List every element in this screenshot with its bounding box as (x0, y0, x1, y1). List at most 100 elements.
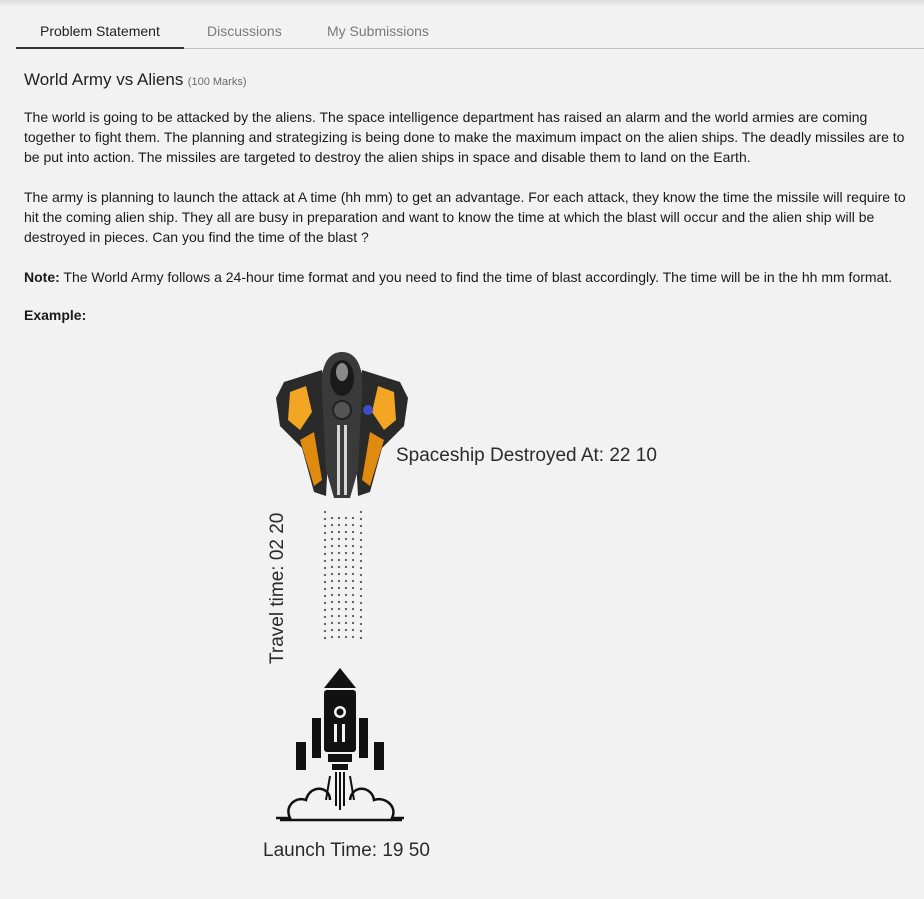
top-shadow (0, 0, 924, 6)
trail-dot (330, 544, 334, 548)
trail-dot (351, 551, 355, 555)
rocket-launch-icon (276, 668, 404, 822)
trail-dot (330, 600, 334, 604)
trail-dot (344, 523, 348, 527)
trail-dot (344, 621, 348, 625)
trail-dot (323, 629, 327, 633)
trail-dot (359, 573, 363, 577)
trail-dot (323, 566, 327, 570)
trail-dot (337, 516, 341, 520)
tab-problem-statement[interactable]: Problem Statement (16, 23, 184, 49)
trail-dot (330, 565, 334, 569)
trail-dot (323, 517, 327, 521)
alien-spaceship-icon (276, 352, 408, 498)
trail-dot (344, 607, 348, 611)
trail-dot (351, 530, 355, 534)
trail-dot (330, 614, 334, 618)
tab-my-submissions[interactable]: My Submissions (327, 23, 429, 39)
trail-dot (351, 544, 355, 548)
trail-dot (344, 544, 348, 548)
trail-dot (351, 523, 355, 527)
trail-dot (351, 565, 355, 569)
trail-dot (337, 565, 341, 569)
trail-dot (330, 530, 334, 534)
trail-dot (359, 566, 363, 570)
trail-dot (344, 516, 348, 520)
trail-dot (337, 607, 341, 611)
trail-dot (337, 530, 341, 534)
trail-dot (359, 608, 363, 612)
trail-dot (344, 530, 348, 534)
trail-dot (323, 538, 327, 542)
trail-dot (351, 537, 355, 541)
trail-dot (359, 538, 363, 542)
trail-dot (344, 551, 348, 555)
trail-dot (359, 622, 363, 626)
trail-dot (337, 628, 341, 632)
trail-dot (337, 579, 341, 583)
trail-dot (351, 614, 355, 618)
trail-dot (351, 600, 355, 604)
trail-dot (330, 523, 334, 527)
trail-dot (337, 551, 341, 555)
problem-header: World Army vs Aliens (100 Marks) (24, 70, 910, 90)
trail-dot (359, 615, 363, 619)
trail-dot (330, 586, 334, 590)
trail-dot (344, 579, 348, 583)
trail-dot (351, 586, 355, 590)
trail-dot (351, 516, 355, 520)
trail-dot (344, 600, 348, 604)
trail-dot (337, 537, 341, 541)
trail-dot (330, 593, 334, 597)
trail-dot (344, 572, 348, 576)
trail-dot (351, 635, 355, 639)
trail-dot (337, 523, 341, 527)
trail-dot (359, 510, 363, 514)
trail-dot (323, 601, 327, 605)
example-label: Example: (24, 307, 87, 323)
missile-trail (323, 510, 363, 640)
trail-dot (323, 545, 327, 549)
trail-dot (344, 593, 348, 597)
trail-dot (337, 572, 341, 576)
trail-dot (359, 545, 363, 549)
trail-dot (359, 587, 363, 591)
trail-dot (330, 607, 334, 611)
tab-discussions[interactable]: Discussions (207, 23, 282, 39)
trail-dot (323, 615, 327, 619)
trail-dot (323, 587, 327, 591)
trail-dot (359, 524, 363, 528)
trail-dot (344, 565, 348, 569)
trail-dot (337, 600, 341, 604)
note-text: The World Army follows a 24-hour time fo… (59, 269, 893, 285)
trail-dot (323, 622, 327, 626)
problem-marks: (100 Marks) (187, 76, 247, 88)
trail-dot (351, 572, 355, 576)
trail-dot (351, 593, 355, 597)
trail-dot (323, 510, 327, 514)
trail-dot (330, 516, 334, 520)
trail-dot (344, 628, 348, 632)
trail-dot (323, 636, 327, 640)
trail-dot (330, 579, 334, 583)
trail-dot (323, 559, 327, 563)
trail-dot (330, 558, 334, 562)
trail-dot (323, 580, 327, 584)
problem-paragraph-1: The world is going to be attacked by the… (24, 109, 905, 165)
travel-time-label: Travel time: 02 20 (267, 512, 288, 664)
trail-dot (323, 524, 327, 528)
trail-dot (330, 572, 334, 576)
trail-dot (337, 635, 341, 639)
trail-dot (344, 635, 348, 639)
trail-dot (323, 531, 327, 535)
trail-dot (337, 544, 341, 548)
trail-dot (344, 586, 348, 590)
launch-time-label: Launch Time: 19 50 (263, 840, 430, 861)
trail-dot (323, 608, 327, 612)
trail-dot (359, 531, 363, 535)
trail-dot (323, 552, 327, 556)
trail-dot (359, 580, 363, 584)
trail-dot (344, 537, 348, 541)
tab-bar: Problem Statement Discussions My Submiss… (16, 18, 924, 49)
destroyed-time-label: Spaceship Destroyed At: 22 10 (396, 445, 657, 466)
